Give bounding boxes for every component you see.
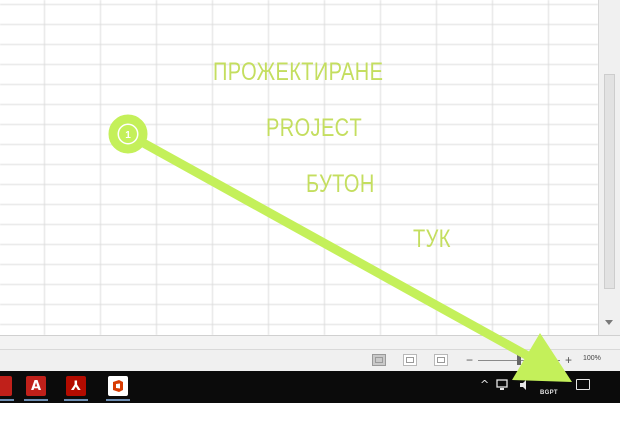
annotation-arrowhead-icon (512, 333, 572, 382)
annotation-arrow-shaft (133, 135, 533, 361)
annotation-arrow-overlay: 1 (108, 114, 572, 382)
step-number: 1 (125, 130, 131, 141)
screenshot-stage: − + 100% A ⅄ ^ BGPT ПРОЖЕКТИРАНЕ PROJECT… (0, 0, 620, 436)
